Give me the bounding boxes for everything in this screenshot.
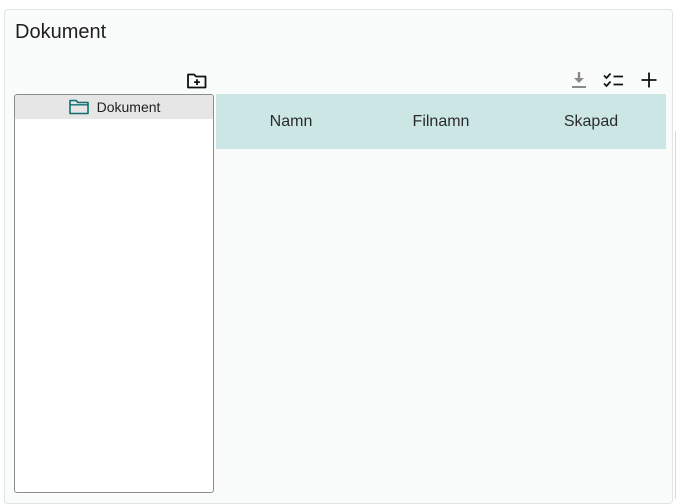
- folder-tree: Dokument: [14, 94, 214, 493]
- add-button[interactable]: [636, 67, 662, 93]
- column-header-filnamn[interactable]: Filnamn: [366, 94, 516, 149]
- select-items-button[interactable]: [601, 67, 627, 93]
- page-scrollbar[interactable]: [675, 131, 676, 499]
- plus-icon: [641, 72, 657, 88]
- new-folder-button[interactable]: [184, 68, 210, 94]
- tree-item-label: Dokument: [96, 99, 161, 115]
- page-title: Dokument: [15, 21, 107, 43]
- tree-item-dokument[interactable]: Dokument: [15, 95, 213, 119]
- checklist-icon: [603, 72, 623, 88]
- column-header-skapad[interactable]: Skapad: [516, 94, 666, 149]
- column-header-namn[interactable]: Namn: [216, 94, 366, 149]
- download-icon: [572, 72, 586, 88]
- download-button[interactable]: [566, 67, 592, 93]
- documents-panel: Dokument Dokument Namn Filnamn Skapad: [4, 9, 673, 504]
- folder-plus-icon: [187, 73, 207, 89]
- folder-outline-icon: [68, 99, 89, 115]
- table-header: Namn Filnamn Skapad: [216, 94, 666, 149]
- documents-table: Namn Filnamn Skapad: [216, 94, 666, 149]
